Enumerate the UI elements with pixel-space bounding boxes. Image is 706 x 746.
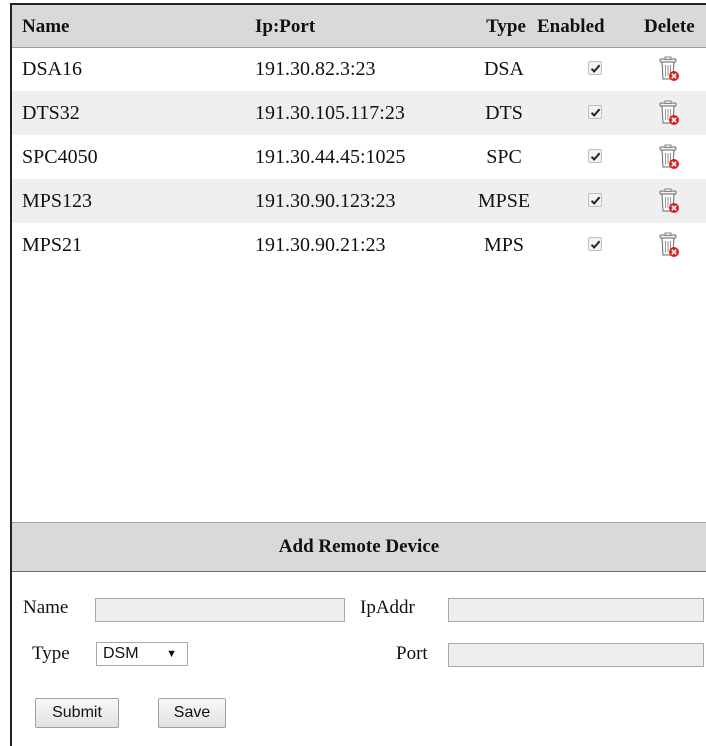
- device-type: SPC: [486, 146, 522, 168]
- save-button[interactable]: Save: [158, 698, 226, 728]
- checkmark-icon: [590, 196, 601, 205]
- device-manager-panel: Name Ip:Port Type Enabled Delete DSA16 1…: [10, 3, 706, 746]
- checkmark-icon: [590, 64, 601, 73]
- ipaddr-input[interactable]: [448, 598, 704, 622]
- device-ip-port: 191.30.90.21:23: [255, 234, 386, 256]
- add-remote-device-header: Add Remote Device: [12, 522, 706, 572]
- device-type: DTS: [485, 102, 523, 124]
- checkmark-icon: [590, 240, 601, 249]
- device-type: MPSE: [477, 190, 531, 212]
- column-header-delete: Delete: [644, 16, 695, 37]
- type-select-value: DSM: [103, 645, 139, 662]
- device-name: MPS21: [22, 234, 83, 256]
- device-name: DTS32: [22, 102, 80, 124]
- column-header-ip-port: Ip:Port: [255, 16, 316, 37]
- device-ip-port: 191.30.82.3:23: [255, 58, 376, 80]
- table-header: Name Ip:Port Type Enabled Delete: [12, 5, 706, 48]
- device-name: SPC4050: [22, 146, 98, 168]
- enabled-checkbox[interactable]: [588, 105, 602, 119]
- name-label: Name: [23, 597, 69, 618]
- trash-delete-icon[interactable]: [658, 232, 680, 258]
- table-row: SPC4050 191.30.44.45:1025 SPC: [12, 135, 706, 179]
- device-ip-port: 191.30.90.123:23: [255, 190, 396, 212]
- checkmark-icon: [590, 152, 601, 161]
- table-row: MPS123 191.30.90.123:23 MPSE: [12, 179, 706, 223]
- dropdown-arrow-icon: ▼: [166, 648, 177, 660]
- submit-button[interactable]: Submit: [35, 698, 119, 728]
- name-input[interactable]: [95, 598, 345, 622]
- device-type: MPS: [483, 234, 525, 256]
- column-header-enabled: Enabled: [537, 16, 605, 37]
- port-label: Port: [396, 643, 428, 664]
- column-header-name: Name: [22, 16, 70, 37]
- table-row: MPS21 191.30.90.21:23 MPS: [12, 223, 706, 267]
- trash-delete-icon[interactable]: [658, 144, 680, 170]
- device-ip-port: 191.30.105.117:23: [255, 102, 405, 124]
- table-row: DSA16 191.30.82.3:23 DSA: [12, 47, 706, 91]
- type-select[interactable]: DSM ▼: [96, 642, 188, 666]
- port-input[interactable]: [448, 643, 704, 667]
- trash-delete-icon[interactable]: [658, 188, 680, 214]
- device-table-body: DSA16 191.30.82.3:23 DSA DTS32 191.30.10…: [12, 47, 706, 267]
- enabled-checkbox[interactable]: [588, 149, 602, 163]
- device-ip-port: 191.30.44.45:1025: [255, 146, 406, 168]
- enabled-checkbox[interactable]: [588, 61, 602, 75]
- trash-delete-icon[interactable]: [658, 56, 680, 82]
- type-label: Type: [32, 643, 70, 664]
- trash-delete-icon[interactable]: [658, 100, 680, 126]
- enabled-checkbox[interactable]: [588, 193, 602, 207]
- enabled-checkbox[interactable]: [588, 237, 602, 251]
- checkmark-icon: [590, 108, 601, 117]
- device-name: DSA16: [22, 58, 83, 80]
- ipaddr-label: IpAddr: [360, 597, 415, 618]
- device-type: DSA: [483, 58, 524, 80]
- table-row: DTS32 191.30.105.117:23 DTS: [12, 91, 706, 135]
- device-name: MPS123: [22, 190, 93, 212]
